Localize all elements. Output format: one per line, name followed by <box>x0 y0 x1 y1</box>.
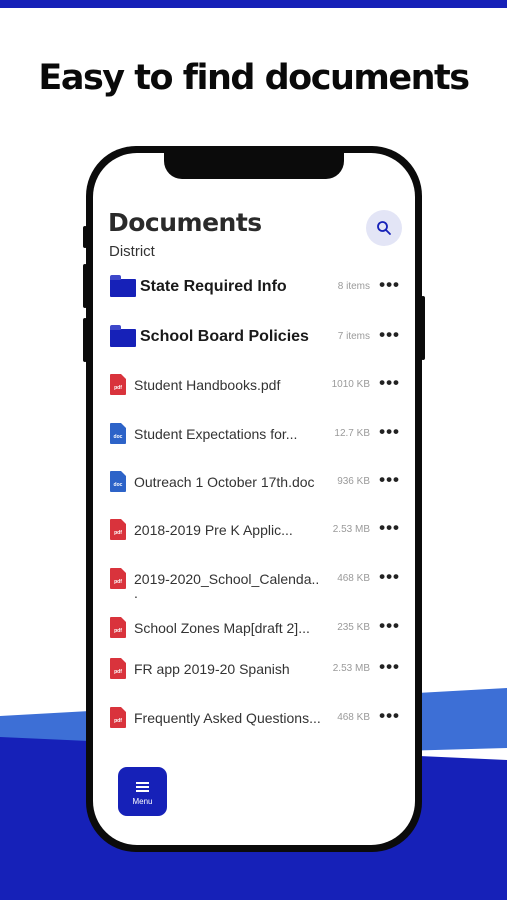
file-size: 936 KB <box>337 476 370 487</box>
file-name: FR app 2019-20 Spanish <box>134 661 290 677</box>
file-type-badge: doc <box>113 482 123 488</box>
file-type-badge: pdf <box>114 628 122 634</box>
file-row[interactable]: pdf 2019-2020_School_Calenda.. . 468 KB … <box>93 559 415 601</box>
folder-name: School Board Policies <box>140 328 309 345</box>
more-options-icon[interactable]: ••• <box>379 518 400 538</box>
file-name: Frequently Asked Questions... <box>134 710 321 726</box>
phone-screen: Documents District State Required Info 8… <box>93 153 415 845</box>
folder-row[interactable]: State Required Info 8 items ••• <box>93 267 415 307</box>
file-size: 1010 KB <box>331 379 370 390</box>
file-row[interactable]: pdf 2018-2019 Pre K Applic... 2.53 MB ••… <box>93 510 415 550</box>
file-name-overflow: . <box>134 585 138 601</box>
file-size: 235 KB <box>337 622 370 633</box>
doc-file-icon: doc <box>110 423 126 444</box>
pdf-file-icon: pdf <box>110 374 126 395</box>
phone-frame: Documents District State Required Info 8… <box>83 146 425 852</box>
more-options-icon[interactable]: ••• <box>379 657 400 677</box>
folder-row[interactable]: School Board Policies 7 items ••• <box>93 317 415 357</box>
file-row[interactable]: doc Student Expectations for... 12.7 KB … <box>93 414 415 454</box>
file-row[interactable]: pdf FR app 2019-20 Spanish 2.53 MB ••• <box>93 649 415 689</box>
file-type-badge: pdf <box>114 718 122 724</box>
more-options-icon[interactable]: ••• <box>379 373 400 393</box>
pdf-file-icon: pdf <box>110 568 126 589</box>
menu-label: Menu <box>132 797 153 806</box>
file-row[interactable]: pdf Student Handbooks.pdf 1010 KB ••• <box>93 365 415 405</box>
file-size: 468 KB <box>337 712 370 723</box>
file-size: 468 KB <box>337 573 370 584</box>
folder-item-count: 7 items <box>337 331 370 342</box>
search-button[interactable] <box>366 210 402 246</box>
more-options-icon[interactable]: ••• <box>379 325 400 345</box>
folder-icon <box>110 275 136 297</box>
file-type-badge: pdf <box>114 579 122 585</box>
file-name: 2018-2019 Pre K Applic... <box>134 522 293 538</box>
file-size: 12.7 KB <box>334 428 370 439</box>
file-row[interactable]: pdf Frequently Asked Questions... 468 KB… <box>93 698 415 738</box>
more-options-icon[interactable]: ••• <box>379 567 400 587</box>
folder-icon <box>110 325 136 347</box>
page-subtitle: District <box>109 243 155 260</box>
more-options-icon[interactable]: ••• <box>379 470 400 490</box>
phone-volume-down <box>83 318 87 362</box>
file-name: School Zones Map[draft 2]... <box>134 620 310 636</box>
phone-power-button <box>421 296 425 360</box>
more-options-icon[interactable]: ••• <box>379 275 400 295</box>
pdf-file-icon: pdf <box>110 617 126 638</box>
phone-notch <box>164 153 344 179</box>
file-row[interactable]: pdf School Zones Map[draft 2]... 235 KB … <box>93 608 415 648</box>
folder-name: State Required Info <box>140 278 287 295</box>
file-name: Student Expectations for... <box>134 426 298 442</box>
headline: Easy to find documents <box>38 58 470 98</box>
file-name: 2019-2020_School_Calenda.. <box>134 571 320 587</box>
file-row[interactable]: doc Outreach 1 October 17th.doc 936 KB •… <box>93 462 415 502</box>
pdf-file-icon: pdf <box>110 658 126 679</box>
hamburger-icon <box>136 782 149 794</box>
search-icon <box>377 221 391 235</box>
pdf-file-icon: pdf <box>110 707 126 728</box>
phone-volume-up <box>83 264 87 308</box>
file-type-badge: pdf <box>114 669 122 675</box>
file-size: 2.53 MB <box>332 524 370 535</box>
menu-button[interactable]: Menu <box>118 767 167 816</box>
more-options-icon[interactable]: ••• <box>379 616 400 636</box>
file-type-badge: pdf <box>114 530 122 536</box>
file-type-badge: doc <box>113 434 123 440</box>
page-title: Documents <box>108 208 262 237</box>
doc-file-icon: doc <box>110 471 126 492</box>
more-options-icon[interactable]: ••• <box>379 706 400 726</box>
file-type-badge: pdf <box>114 385 122 391</box>
phone-side-button <box>83 226 87 248</box>
file-size: 2.53 MB <box>332 663 370 674</box>
file-name: Student Handbooks.pdf <box>134 377 281 393</box>
folder-item-count: 8 items <box>337 281 370 292</box>
file-name: Outreach 1 October 17th.doc <box>134 474 315 490</box>
pdf-file-icon: pdf <box>110 519 126 540</box>
more-options-icon[interactable]: ••• <box>379 422 400 442</box>
